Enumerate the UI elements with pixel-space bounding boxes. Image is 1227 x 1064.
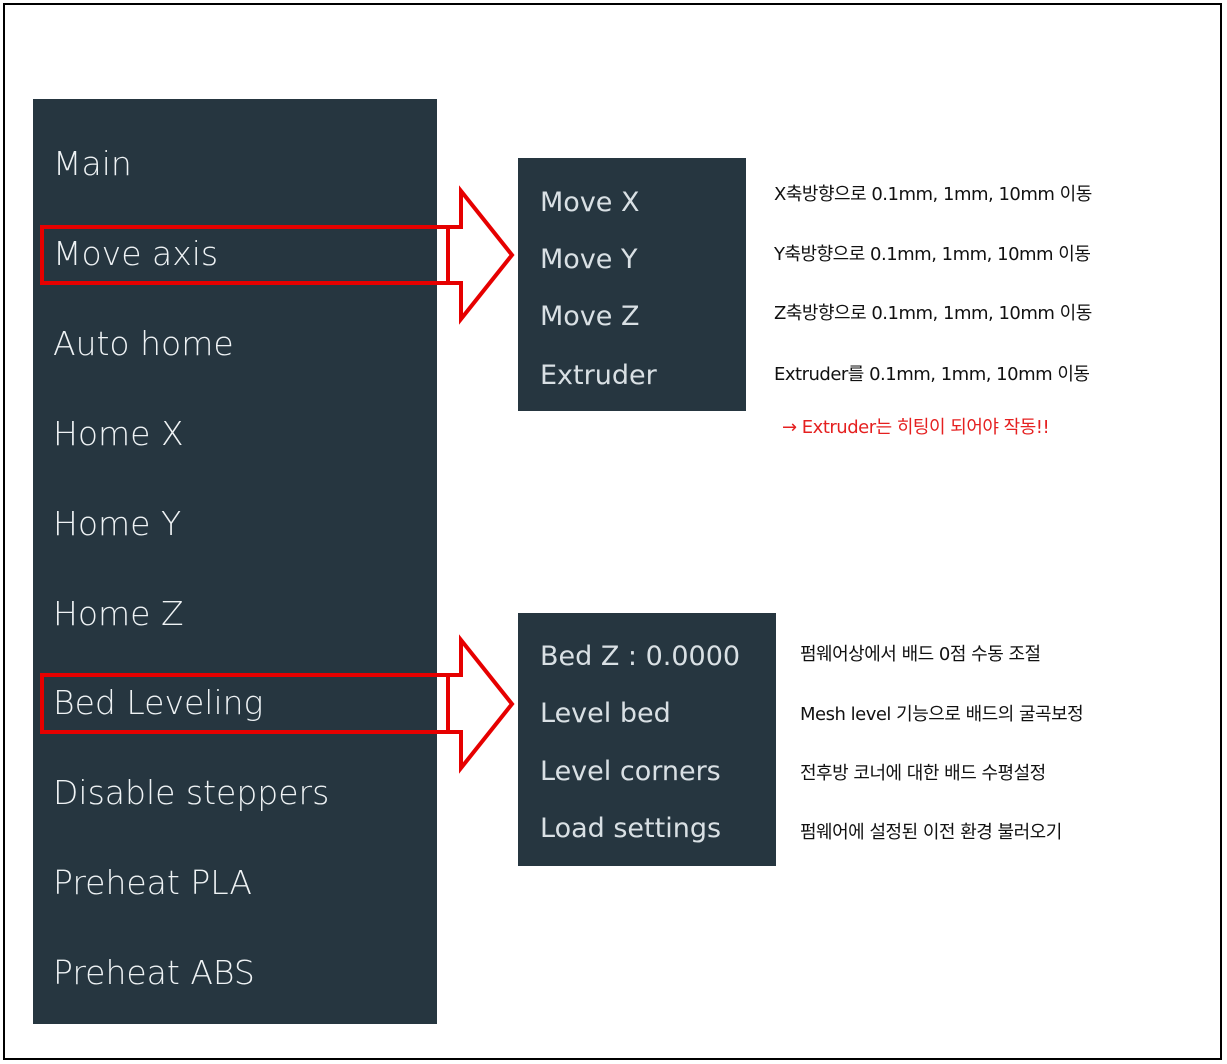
extruder-warning-note: → Extruder는 히팅이 되어야 작동!!: [782, 417, 1050, 438]
move-y-description: Y축방향으로 0.1mm, 1mm, 10mm 이동: [774, 244, 1091, 265]
extruder-description: Extruder를 0.1mm, 1mm, 10mm 이동: [774, 364, 1090, 385]
move-x-description: X축방향으로 0.1mm, 1mm, 10mm 이동: [774, 184, 1092, 205]
move-axis-arrow: [446, 185, 515, 325]
annotation-overlay: [40, 185, 515, 774]
bed-z-description: 펌웨어상에서 배드 0점 수동 조절: [800, 644, 1041, 665]
bed-leveling-arrow: [446, 634, 515, 774]
load-settings-description: 펌웨어에 설정된 이전 환경 불러오기: [800, 822, 1062, 843]
move-axis-highlight-box: [40, 225, 450, 285]
level-corners-description: 전후방 코너에 대한 배드 수평설정: [800, 763, 1046, 784]
move-z-description: Z축방향으로 0.1mm, 1mm, 10mm 이동: [774, 303, 1092, 324]
level-bed-description: Mesh level 기능으로 배드의 굴곡보정: [800, 704, 1084, 725]
bed-leveling-highlight-box: [40, 673, 450, 734]
